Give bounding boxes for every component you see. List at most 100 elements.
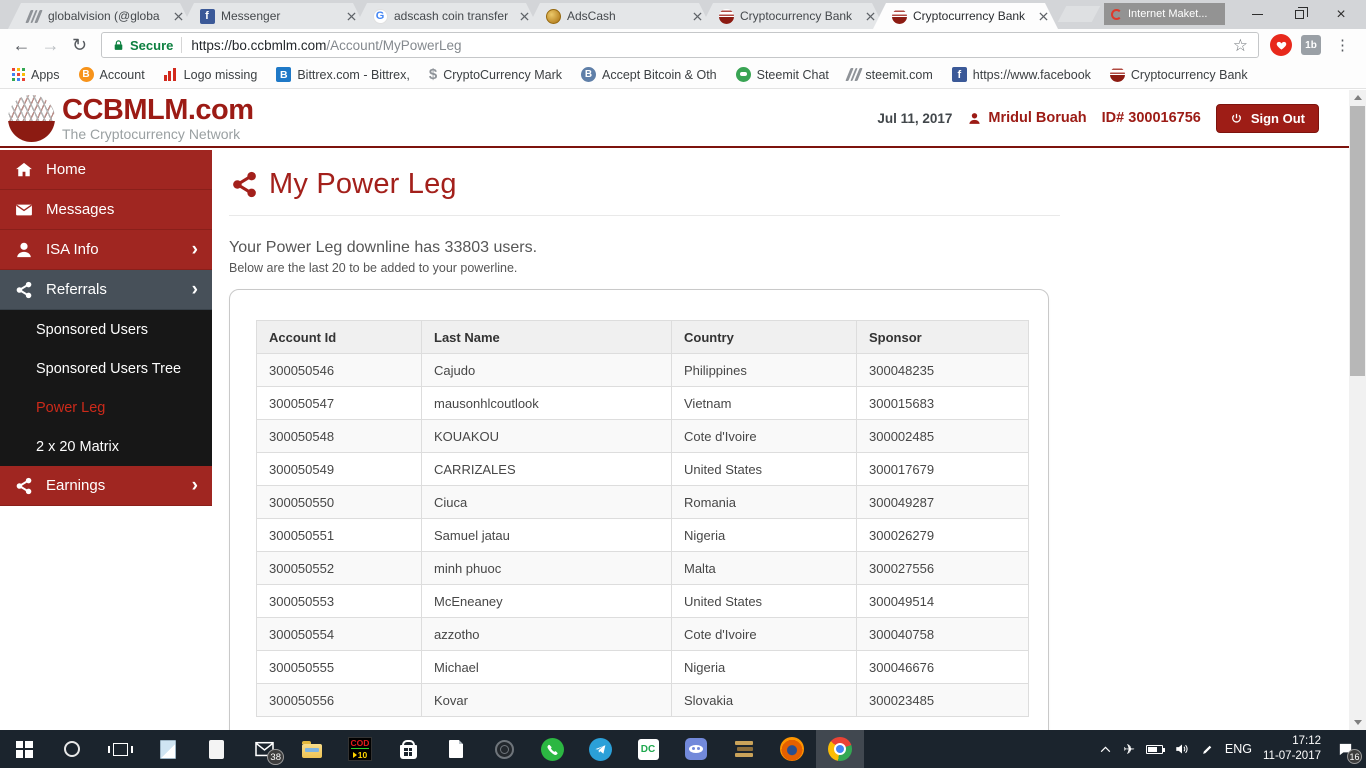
start-button[interactable] xyxy=(0,730,48,768)
main-content: My Power Leg Your Power Leg downline has… xyxy=(212,150,1349,730)
site-header: CCBMLM.com The Cryptocurrency Network Ju… xyxy=(0,90,1349,148)
bitcoin-accept-icon: B xyxy=(580,67,596,82)
reload-button[interactable]: ↻ xyxy=(66,32,93,59)
store-icon[interactable] xyxy=(384,730,432,768)
mail-icon[interactable]: 38 xyxy=(240,730,288,768)
share-icon xyxy=(16,281,32,298)
ccbmlm-globe-icon xyxy=(1109,67,1125,82)
address-bar[interactable]: Secure https://bo.ccbmlm.com /Account/My… xyxy=(101,32,1259,58)
tab-close-icon[interactable] xyxy=(344,9,358,23)
volume-icon[interactable] xyxy=(1174,742,1190,756)
calculator-icon[interactable] xyxy=(192,730,240,768)
bookmark-logo-missing[interactable]: Logo missing xyxy=(163,68,257,82)
scroll-up-arrow[interactable] xyxy=(1349,90,1366,105)
header-user-id: ID# 300016756 xyxy=(1101,110,1201,126)
window-restore-button[interactable] xyxy=(1278,0,1320,29)
scrollbar-thumb[interactable] xyxy=(1350,106,1365,376)
back-button[interactable]: ← xyxy=(8,32,35,59)
pen-icon[interactable] xyxy=(1201,743,1214,756)
tab-adscash-transfer[interactable]: G adscash coin transfer xyxy=(354,3,539,29)
scroll-down-arrow[interactable] xyxy=(1349,715,1366,730)
sidebar-item-home[interactable]: Home xyxy=(0,150,212,190)
secure-lock-icon xyxy=(114,39,123,50)
submenu-item-sponsored-users-tree[interactable]: Sponsored Users Tree xyxy=(0,349,212,388)
cod-app-icon[interactable]: COD 10 xyxy=(336,730,384,768)
bookmark-steemit[interactable]: steemit.com xyxy=(845,68,933,82)
facebook-icon: f xyxy=(199,8,215,24)
bookmark-apps[interactable]: Apps xyxy=(12,68,60,82)
tab-cryptocurrency-bank-2-active[interactable]: Cryptocurrency Bank xyxy=(873,3,1058,29)
submenu-item-power-leg-active[interactable]: Power Leg xyxy=(0,388,212,427)
heart-extension-icon[interactable] xyxy=(1270,34,1292,56)
tb-extension-icon[interactable]: 1b xyxy=(1301,35,1321,55)
bookmark-steemit-chat[interactable]: Steemit Chat xyxy=(735,67,829,82)
tab-close-icon[interactable] xyxy=(690,9,704,23)
chrome-icon[interactable] xyxy=(816,730,864,768)
telegram-icon[interactable] xyxy=(576,730,624,768)
logo-subtitle: The Cryptocurrency Network xyxy=(62,125,241,142)
dc-app-icon[interactable]: DC xyxy=(624,730,672,768)
tab-close-icon[interactable] xyxy=(171,9,185,23)
tab-close-icon[interactable] xyxy=(863,9,877,23)
sidebar-nav: Home Messages ISA Info › Referrals › Spo… xyxy=(0,150,212,730)
file-explorer-icon[interactable] xyxy=(288,730,336,768)
bookmark-account[interactable]: B Account xyxy=(78,67,145,82)
bookmark-bittrex[interactable]: B Bittrex.com - Bittrex, xyxy=(276,67,410,82)
language-indicator[interactable]: ENG xyxy=(1225,742,1252,756)
site-logo[interactable]: CCBMLM.com The Cryptocurrency Network xyxy=(8,95,254,142)
submenu-item-sponsored-users[interactable]: Sponsored Users xyxy=(0,310,212,349)
browser-toolbar: ← → ↻ Secure https://bo.ccbmlm.com /Acco… xyxy=(0,29,1366,61)
forward-button[interactable]: → xyxy=(37,32,64,59)
cortana-button[interactable] xyxy=(48,730,96,768)
table-row: 300050556 Kovar Slovakia 300023485 xyxy=(256,683,1029,717)
tray-chevron-icon[interactable] xyxy=(1099,744,1112,754)
taskbar-clock[interactable]: 17:12 11-07-2017 xyxy=(1263,734,1321,764)
notification-center-icon[interactable]: 16 xyxy=(1332,736,1362,764)
downline-note: Below are the last 20 to be added to you… xyxy=(229,261,518,275)
window-close-button[interactable]: × xyxy=(1320,0,1362,29)
page-scrollbar[interactable] xyxy=(1349,90,1366,730)
bookmark-cryptocurrency-bank[interactable]: Cryptocurrency Bank xyxy=(1109,67,1248,82)
sidebar-item-messages[interactable]: Messages xyxy=(0,190,212,230)
browser-menu-button[interactable]: ⋮ xyxy=(1327,36,1358,54)
col-sponsor: Sponsor xyxy=(856,320,1029,354)
discord-icon[interactable] xyxy=(672,730,720,768)
bookmark-accept-bitcoin[interactable]: B Accept Bitcoin & Oth xyxy=(580,67,717,82)
power-leg-table: Account Id Last Name Country Sponsor 300… xyxy=(256,320,1029,717)
col-account-id: Account Id xyxy=(256,320,422,354)
page-viewport: CCBMLM.com The Cryptocurrency Network Ju… xyxy=(0,90,1366,730)
battery-icon[interactable] xyxy=(1145,744,1166,754)
window-minimize-button[interactable] xyxy=(1236,0,1278,29)
winrar-icon[interactable] xyxy=(720,730,768,768)
notepad-icon[interactable] xyxy=(144,730,192,768)
bookmark-cryptocurrency-market[interactable]: $ CryptoCurrency Mark xyxy=(429,66,562,83)
background-window-title[interactable]: Internet Maket... xyxy=(1104,3,1225,25)
header-user-link[interactable]: Mridul Boruah xyxy=(967,110,1087,126)
document-app-icon[interactable] xyxy=(432,730,480,768)
airplane-mode-icon[interactable]: ✈ xyxy=(1123,742,1135,756)
notification-badge: 16 xyxy=(1347,749,1362,764)
sign-out-button[interactable]: Sign Out xyxy=(1215,103,1319,133)
tab-messenger[interactable]: f Messenger xyxy=(181,3,366,29)
sidebar-item-referrals[interactable]: Referrals › xyxy=(0,270,212,310)
tab-globalvision[interactable]: globalvision (@globa xyxy=(8,3,193,29)
sidebar-item-earnings[interactable]: Earnings › xyxy=(0,466,212,506)
whatsapp-icon[interactable] xyxy=(528,730,576,768)
bookmark-facebook[interactable]: f https://www.facebook xyxy=(951,67,1091,82)
sidebar-item-isa-info[interactable]: ISA Info › xyxy=(0,230,212,270)
tab-cryptocurrency-bank-1[interactable]: Cryptocurrency Bank xyxy=(700,3,885,29)
tab-close-icon[interactable] xyxy=(517,9,531,23)
task-view-button[interactable] xyxy=(96,730,144,768)
bookmark-star-icon[interactable]: ☆ xyxy=(1233,37,1248,54)
share-icon xyxy=(16,477,32,494)
submenu-item-2x20-matrix[interactable]: 2 x 20 Matrix xyxy=(0,427,212,466)
tab-title: globalvision (@globa xyxy=(48,9,160,23)
tab-close-icon[interactable] xyxy=(1036,9,1050,23)
coin-app-icon[interactable] xyxy=(480,730,528,768)
table-row: 300050554 azzotho Cote d'Ivoire 300040758 xyxy=(256,617,1029,651)
steemit-chat-icon xyxy=(735,67,751,82)
browser-tab-bar: globalvision (@globa f Messenger G adsca… xyxy=(0,0,1366,29)
tab-adscash[interactable]: AdsCash xyxy=(527,3,712,29)
firefox-icon[interactable] xyxy=(768,730,816,768)
new-tab-button[interactable] xyxy=(1057,6,1101,22)
